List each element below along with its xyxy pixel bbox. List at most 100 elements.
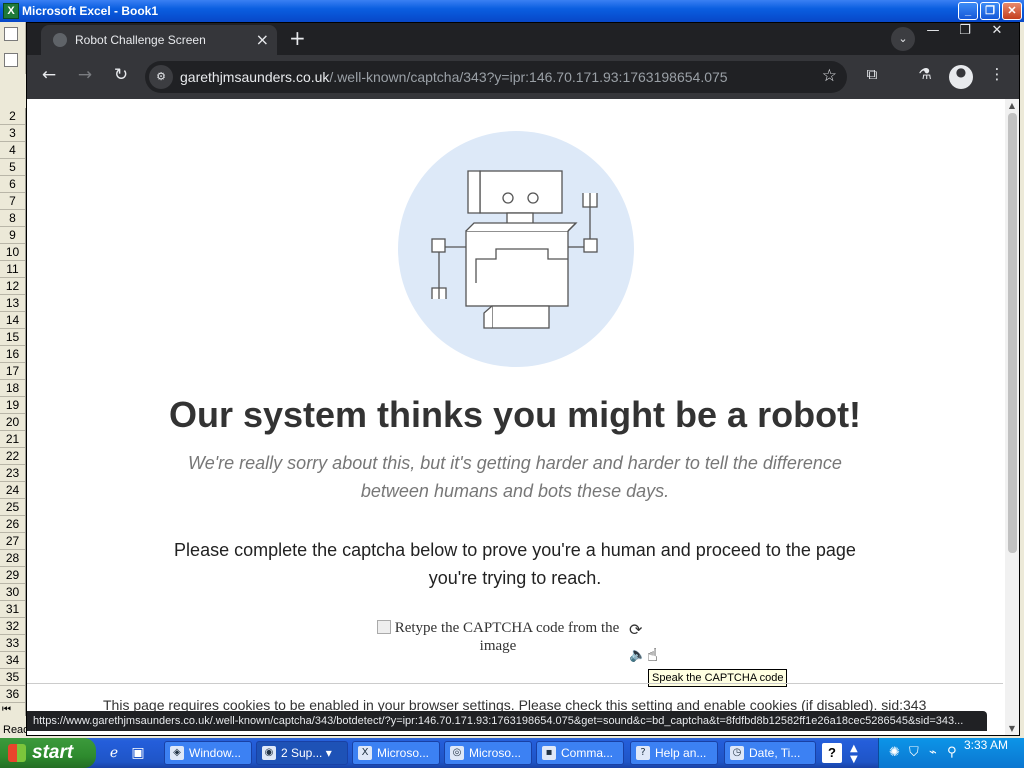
taskbar-item-label: 2 Sup...	[281, 746, 323, 760]
excel-row-header[interactable]: 33	[0, 635, 25, 652]
excel-row-header[interactable]: 4	[0, 142, 25, 159]
excel-row-header[interactable]: 8	[0, 210, 25, 227]
help-question-icon[interactable]: ?	[822, 743, 842, 763]
taskbar-item[interactable]: ◈ Window...	[164, 741, 252, 765]
speaker-icon[interactable]: 🔈	[629, 647, 646, 663]
excel-row-header[interactable]: 30	[0, 584, 25, 601]
tab-robot-challenge[interactable]: Robot Challenge Screen ×	[41, 25, 277, 55]
tab-close-icon[interactable]: ×	[256, 30, 269, 49]
taskbar-item-label: Help an...	[655, 746, 707, 760]
excel-row-header[interactable]: 36	[0, 686, 25, 703]
excel-row-header[interactable]: 12	[0, 278, 25, 295]
address-bar[interactable]: ⚙ garethjmsaunders.co.uk/.well-known/cap…	[145, 61, 847, 93]
excel-row-header[interactable]: 24	[0, 482, 25, 499]
page-scrollbar[interactable]: ▲ ▼	[1005, 99, 1019, 735]
excel-row-header[interactable]: 11	[0, 261, 25, 278]
back-arrow-icon[interactable]: ←	[37, 65, 61, 89]
excel-row-header[interactable]: 17	[0, 363, 25, 380]
profile-icon[interactable]: ●	[949, 65, 973, 89]
excel-restore-button[interactable]: ❐	[980, 2, 1000, 20]
excel-row-header[interactable]: 19	[0, 397, 25, 414]
excel-row-header[interactable]: 7	[0, 193, 25, 210]
tray-search-icon[interactable]: ⚲	[947, 745, 957, 760]
chrome-icon: ◉	[262, 746, 276, 760]
taskbar-item[interactable]: X Microso...	[352, 741, 440, 765]
start-label: start	[32, 742, 74, 763]
excel-status-text: Ready	[3, 724, 28, 736]
robot-illustration	[398, 131, 634, 367]
excel-row-header[interactable]: 3	[0, 125, 25, 142]
puzzle-icon[interactable]: ⧉	[860, 65, 884, 89]
captcha-image: Retype the CAPTCHA code from the image	[375, 619, 621, 655]
chrome-window-controls: — ❐ ✕	[917, 23, 1013, 49]
excel-row-header[interactable]: 25	[0, 499, 25, 516]
chrome-restore-icon[interactable]: ❐	[949, 23, 981, 49]
broken-image-icon	[376, 620, 391, 634]
captcha-alt-text: Retype the CAPTCHA code from the image	[394, 620, 620, 654]
captcha-reload-icon[interactable]: ⟳	[629, 620, 642, 639]
site-info-icon[interactable]: ⚙	[149, 65, 173, 89]
excel-row-header[interactable]: 21	[0, 431, 25, 448]
scroll-down-icon[interactable]: ▼	[1007, 724, 1017, 733]
excel-row-header[interactable]: 2	[0, 108, 25, 125]
tray-shield-icon[interactable]: ⛉	[909, 745, 919, 760]
forward-arrow-icon[interactable]: →	[73, 65, 97, 89]
excel-minimize-button[interactable]: _	[958, 2, 978, 20]
scrollbar-thumb[interactable]	[1008, 113, 1017, 553]
excel-row-header[interactable]: 10	[0, 244, 25, 261]
excel-row-header[interactable]: 6	[0, 176, 25, 193]
excel-row-header[interactable]: 26	[0, 516, 25, 533]
url-path: /.well-known/captcha/343?y=ipr:146.70.17…	[329, 69, 728, 85]
show-desktop-icon[interactable]: ▣	[128, 743, 148, 763]
taskbar-item[interactable]: ◷ Date, Ti...	[724, 741, 816, 765]
star-icon[interactable]: ☆	[822, 66, 837, 86]
flask-icon[interactable]: ⚗	[913, 65, 937, 89]
excel-row-header[interactable]: 35	[0, 669, 25, 686]
tab-search-chevron-icon[interactable]: ⌄	[891, 27, 915, 51]
excel-row-header[interactable]: 15	[0, 329, 25, 346]
new-tab-plus-icon[interactable]: +	[289, 26, 306, 50]
tray-speaker-icon[interactable]: ⌁	[929, 745, 937, 760]
windows-flag-icon	[8, 744, 26, 762]
excel-row-header[interactable]: 28	[0, 550, 25, 567]
excel-toolbar-button[interactable]	[4, 27, 18, 41]
excel-row-header[interactable]: 13	[0, 295, 25, 312]
taskbar-overflow-icon[interactable]: ▲ ▼	[850, 743, 858, 765]
link-status-bubble: https://www.garethjmsaunders.co.uk/.well…	[27, 711, 987, 731]
excel-row-header[interactable]: 5	[0, 159, 25, 176]
excel-close-button[interactable]: ✕	[1002, 2, 1022, 20]
taskbar-item[interactable]: ? Help an...	[630, 741, 718, 765]
excel-window-controls: _ ❐ ✕	[958, 2, 1022, 20]
excel-toolbar-strip	[0, 22, 26, 74]
chrome-minimize-icon[interactable]: —	[917, 23, 949, 49]
chrome-window: Robot Challenge Screen × + ⌄ — ❐ ✕ ← → ↻…	[26, 22, 1020, 736]
app-icon: ◎	[450, 746, 464, 760]
taskbar-item[interactable]: ◉ 2 Sup... ▾	[256, 741, 348, 765]
excel-row-header[interactable]: 31	[0, 601, 25, 618]
kebab-menu-icon[interactable]: ⋮	[985, 65, 1009, 89]
excel-row-header[interactable]: 32	[0, 618, 25, 635]
excel-row-header[interactable]: 18	[0, 380, 25, 397]
ie-icon[interactable]: ℯ	[104, 743, 124, 763]
excel-row-header[interactable]: 34	[0, 652, 25, 669]
excel-row-header[interactable]: 27	[0, 533, 25, 550]
excel-row-header[interactable]: 29	[0, 567, 25, 584]
browser-toolbar: ← → ↻ ⚙ garethjmsaunders.co.uk/.well-kno…	[27, 55, 1019, 99]
excel-toolbar-button[interactable]	[4, 53, 18, 67]
reload-icon[interactable]: ↻	[109, 65, 133, 89]
excel-row-header[interactable]: 20	[0, 414, 25, 431]
excel-row-header[interactable]: 23	[0, 465, 25, 482]
tray-network-icon[interactable]: ✺	[889, 745, 900, 760]
excel-row-header[interactable]: 9	[0, 227, 25, 244]
scroll-up-icon[interactable]: ▲	[1007, 101, 1017, 110]
start-button[interactable]: start	[0, 738, 96, 768]
excel-sheet-nav-icon[interactable]: ⏮	[2, 704, 22, 718]
excel-row-header[interactable]: 16	[0, 346, 25, 363]
chrome-close-icon[interactable]: ✕	[981, 23, 1013, 49]
taskbar-item[interactable]: ◎ Microso...	[444, 741, 532, 765]
taskbar-item-label: Date, Ti...	[749, 746, 801, 760]
excel-row-header[interactable]: 22	[0, 448, 25, 465]
taskbar-item-label: Comma...	[561, 746, 614, 760]
taskbar-item[interactable]: ▪ Comma...	[536, 741, 624, 765]
excel-row-header[interactable]: 14	[0, 312, 25, 329]
